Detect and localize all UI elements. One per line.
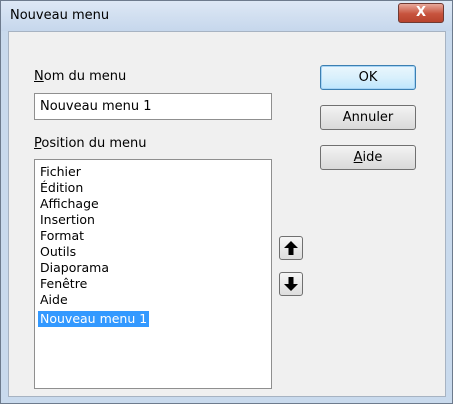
- menu-position-label-text: osition du menu: [41, 136, 147, 151]
- help-button-accesskey: A: [353, 150, 363, 165]
- menu-name-label-text: om du menu: [43, 69, 127, 84]
- close-button[interactable]: X: [398, 3, 444, 23]
- menu-name-label-accesskey: N: [34, 69, 44, 84]
- dialog-body: Nom du menu Position du menu Fichier Édi…: [8, 31, 446, 397]
- list-item-selected[interactable]: Nouveau menu 1: [38, 311, 150, 327]
- menu-name-label: Nom du menu: [34, 69, 126, 84]
- list-item[interactable]: Outils: [38, 244, 268, 260]
- ok-button[interactable]: OK: [320, 65, 416, 90]
- title-bar[interactable]: Nouveau menu X: [1, 1, 452, 31]
- dialog-window: Nouveau menu X Nom du menu Position du m…: [0, 0, 453, 404]
- close-icon: X: [415, 5, 427, 20]
- window-title: Nouveau menu: [10, 8, 110, 23]
- list-item[interactable]: Format: [38, 228, 268, 244]
- menu-position-label: Position du menu: [34, 136, 147, 151]
- menu-position-list[interactable]: Fichier Édition Affichage Insertion Form…: [34, 159, 272, 389]
- list-item[interactable]: Fichier: [38, 164, 268, 180]
- help-button-label: ide: [362, 150, 383, 165]
- move-down-button[interactable]: [279, 272, 303, 296]
- list-item[interactable]: Aide: [38, 292, 268, 308]
- list-item[interactable]: Diaporama: [38, 260, 268, 276]
- list-item[interactable]: Affichage: [38, 196, 268, 212]
- arrow-down-icon: [284, 277, 298, 291]
- cancel-button[interactable]: Annuler: [320, 105, 416, 130]
- help-button[interactable]: Aide: [320, 145, 416, 170]
- list-item[interactable]: Édition: [38, 180, 268, 196]
- arrow-up-icon: [284, 241, 298, 255]
- move-up-button[interactable]: [279, 236, 303, 260]
- list-item[interactable]: Insertion: [38, 212, 268, 228]
- list-item[interactable]: Fenêtre: [38, 276, 268, 292]
- menu-name-input[interactable]: [34, 93, 272, 120]
